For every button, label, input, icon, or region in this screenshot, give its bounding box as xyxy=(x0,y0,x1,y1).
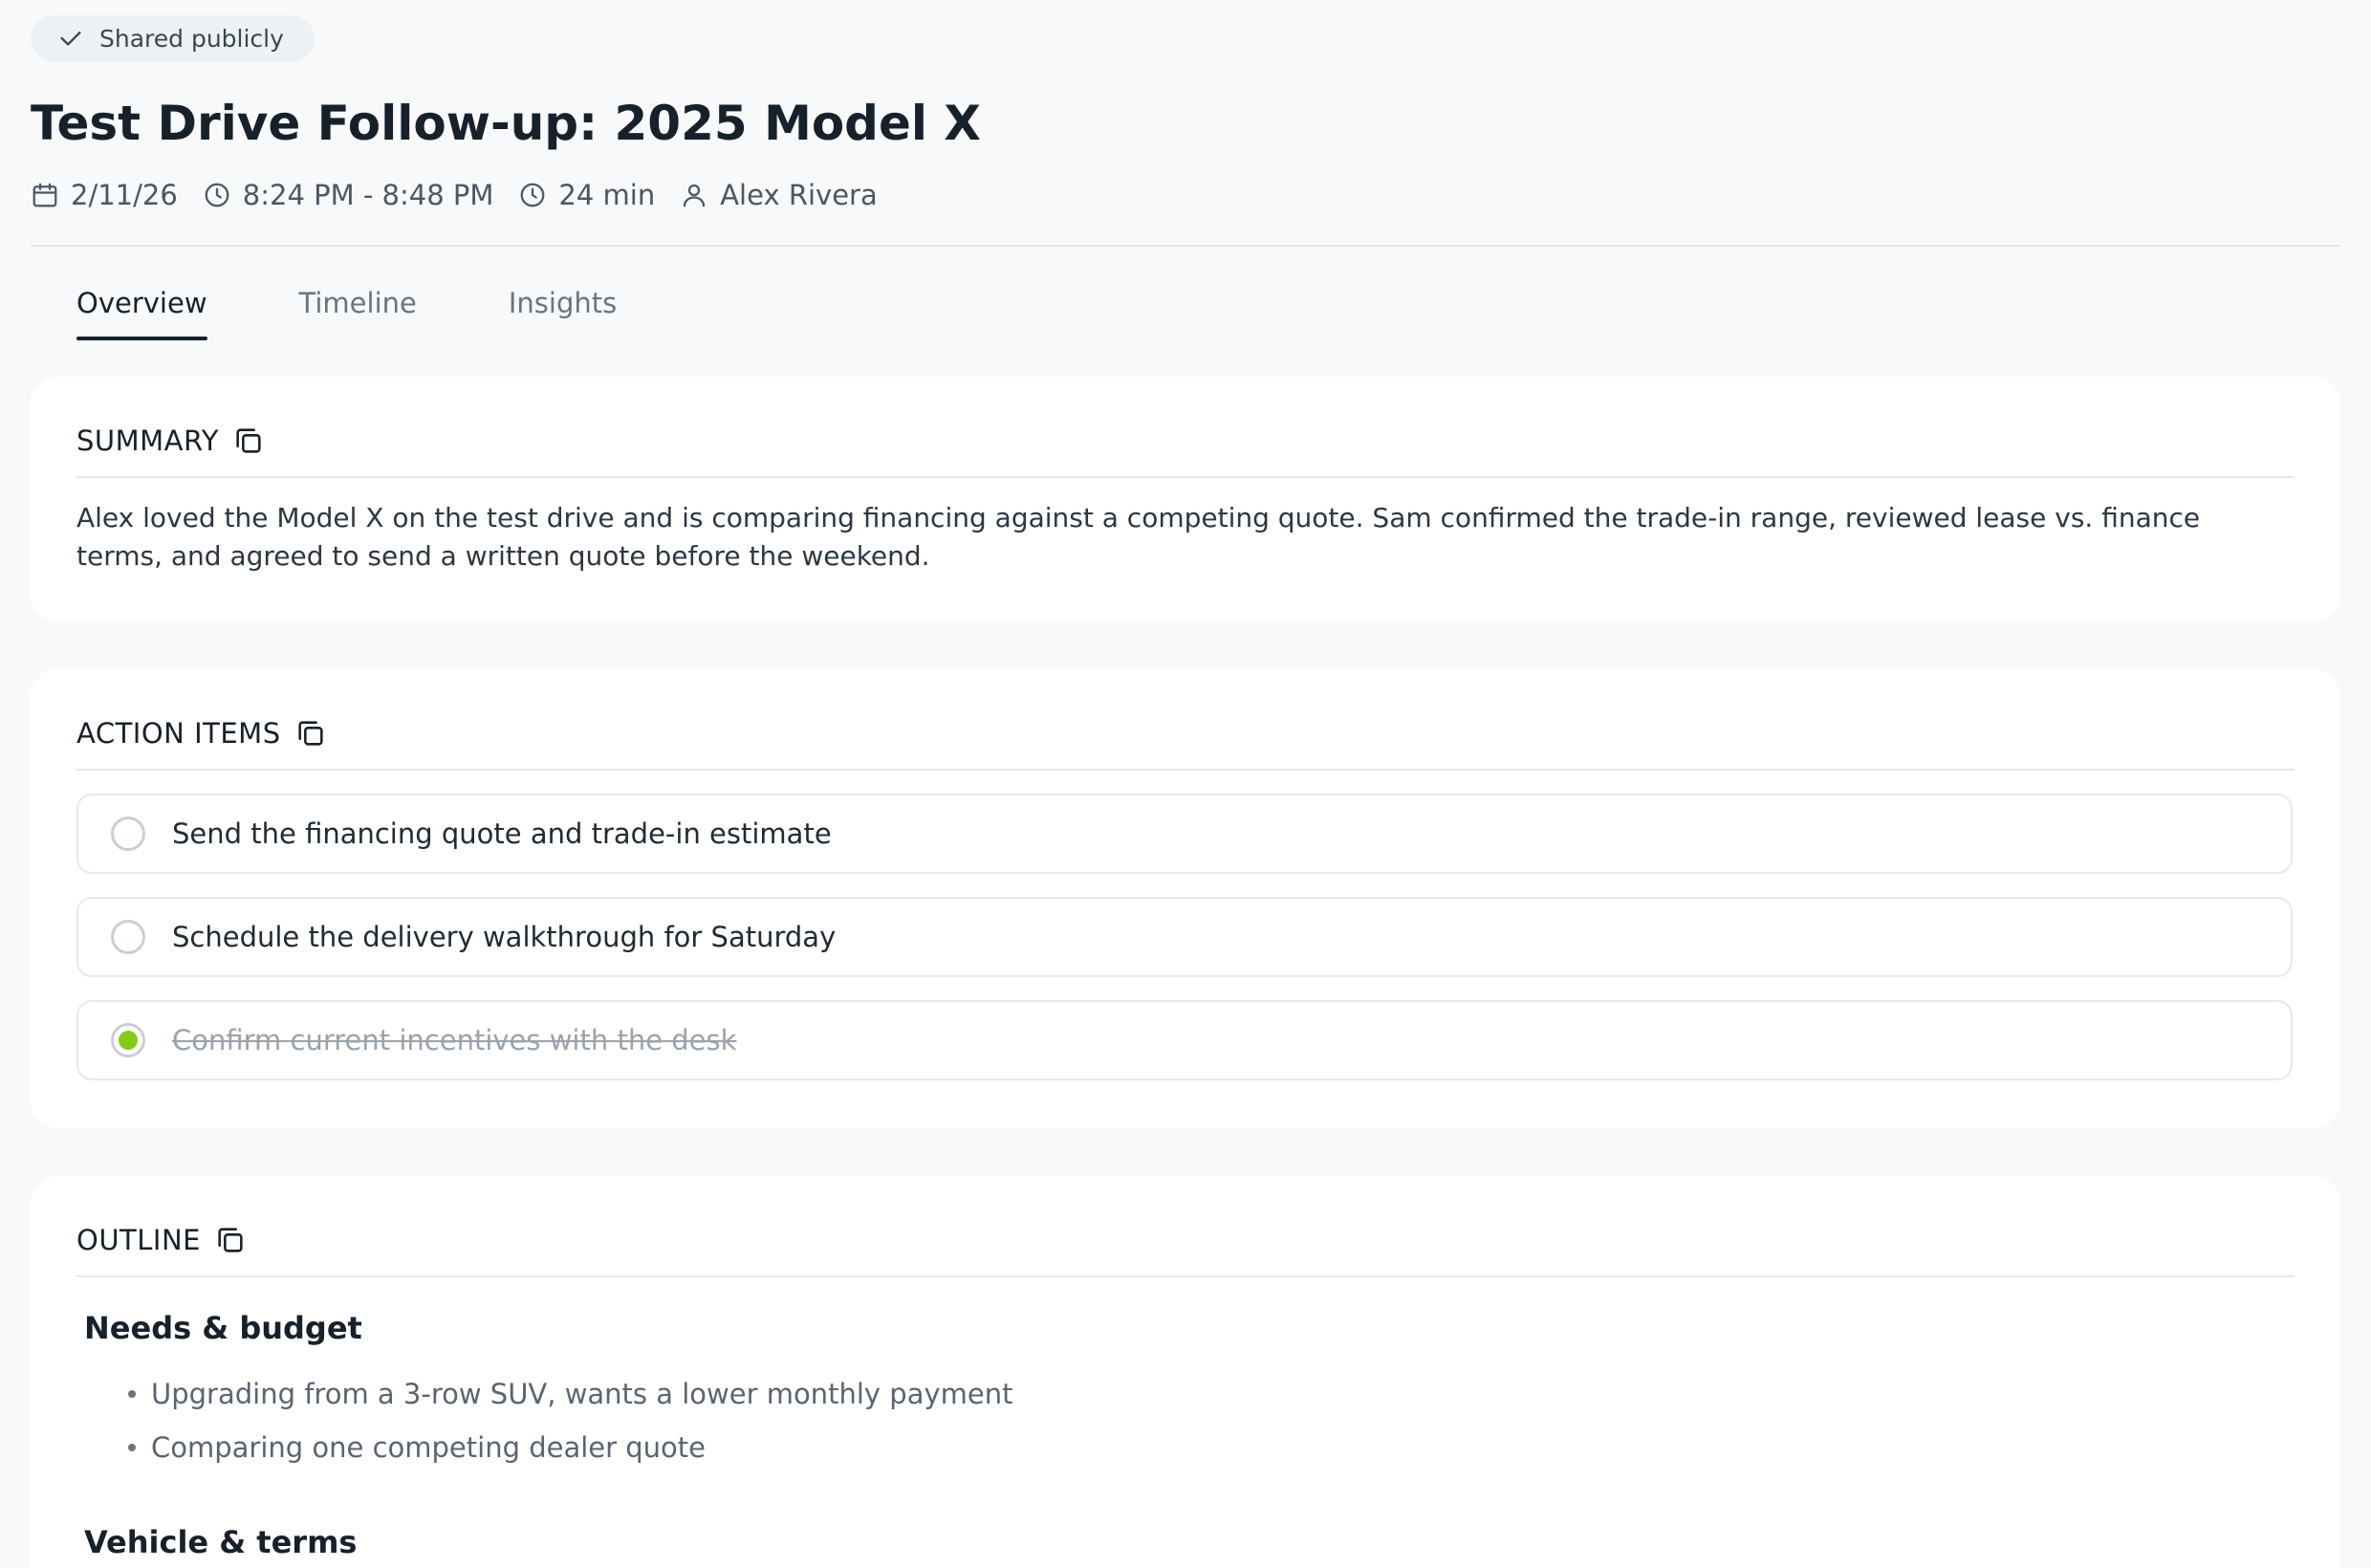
tab-bar: Overview Timeline Insights xyxy=(76,287,708,340)
meeting-meta: 2/11/26 8:24 PM - 8:48 PM 24 min Alex Ri… xyxy=(31,176,903,214)
meeting-time-text: 8:24 PM - 8:48 PM xyxy=(242,179,494,211)
action-item-text: Send the financing quote and trade-in es… xyxy=(172,817,832,850)
shared-publicly-label: Shared publicly xyxy=(99,24,284,53)
outline-header: OUTLINE xyxy=(76,1224,247,1256)
outline-card: OUTLINE Needs & budget Upgrading from a … xyxy=(31,1176,2340,1568)
action-items-divider xyxy=(76,769,2295,771)
checked-dot-icon xyxy=(119,1031,138,1050)
action-item-text: Schedule the delivery walkthrough for Sa… xyxy=(172,921,837,953)
meeting-date: 2/11/26 xyxy=(31,179,178,211)
summary-heading: SUMMARY xyxy=(76,425,220,457)
meeting-duration-text: 24 min xyxy=(558,179,656,211)
tab-overview[interactable]: Overview xyxy=(76,287,207,340)
outline-bullet-list: Upgrading from a 3-row SUV, wants a lowe… xyxy=(84,1367,1013,1474)
meeting-date-text: 2/11/26 xyxy=(71,179,178,211)
copy-icon[interactable] xyxy=(214,1224,247,1256)
meeting-duration: 24 min xyxy=(518,179,655,211)
action-item-checkbox-checked[interactable] xyxy=(111,1023,145,1057)
shared-publicly-badge[interactable]: Shared publicly xyxy=(31,15,315,61)
copy-icon[interactable] xyxy=(294,717,327,750)
outline-bullet: Comparing one competing dealer quote xyxy=(84,1421,1013,1474)
meeting-participant-text: Alex Rivera xyxy=(720,179,878,211)
action-item[interactable]: Schedule the delivery walkthrough for Sa… xyxy=(76,897,2293,977)
tab-insights[interactable]: Insights xyxy=(509,287,617,340)
meeting-participant: Alex Rivera xyxy=(680,179,878,211)
calendar-icon xyxy=(33,183,57,207)
meeting-page: Shared publicly Test Drive Follow-up: 20… xyxy=(0,0,2371,1568)
outline-divider xyxy=(76,1275,2295,1277)
user-icon xyxy=(684,184,706,207)
summary-text: Alex loved the Model X on the test drive… xyxy=(76,502,2201,572)
action-items-card: ACTION ITEMS Send the financing quote an… xyxy=(31,669,2340,1128)
outline-section-title: Needs & budget xyxy=(84,1310,362,1346)
tab-timeline[interactable]: Timeline xyxy=(299,287,417,340)
action-item-checkbox[interactable] xyxy=(111,817,145,851)
copy-icon[interactable] xyxy=(232,425,265,457)
summary-card: SUMMARY Alex loved the Model X on the te… xyxy=(31,377,2340,621)
action-items-heading: ACTION ITEMS xyxy=(76,717,281,750)
action-item[interactable]: Confirm current incentives with the desk xyxy=(76,1000,2293,1080)
outline-bullet-text: Comparing one competing dealer quote xyxy=(151,1431,707,1464)
action-item-checkbox[interactable] xyxy=(111,920,145,954)
bullet-icon xyxy=(128,1390,136,1398)
action-item[interactable]: Send the financing quote and trade-in es… xyxy=(76,794,2293,874)
clock-icon xyxy=(205,183,229,207)
outline-bullet: Upgrading from a 3-row SUV, wants a lowe… xyxy=(84,1367,1013,1421)
summary-divider xyxy=(76,476,2295,478)
page-title: Test Drive Follow-up: 2025 Model X xyxy=(31,96,981,151)
check-icon xyxy=(60,32,81,46)
meeting-time: 8:24 PM - 8:48 PM xyxy=(203,179,494,211)
summary-header: SUMMARY xyxy=(76,425,265,457)
outline-section-title: Vehicle & terms xyxy=(84,1524,358,1560)
bullet-icon xyxy=(128,1444,136,1451)
clock-icon xyxy=(521,183,545,207)
action-item-text-completed: Confirm current incentives with the desk xyxy=(172,1024,737,1056)
outline-bullet-text: Upgrading from a 3-row SUV, wants a lowe… xyxy=(151,1378,1013,1410)
header-divider xyxy=(31,245,2340,247)
outline-heading: OUTLINE xyxy=(76,1224,201,1256)
action-items-header: ACTION ITEMS xyxy=(76,717,327,750)
